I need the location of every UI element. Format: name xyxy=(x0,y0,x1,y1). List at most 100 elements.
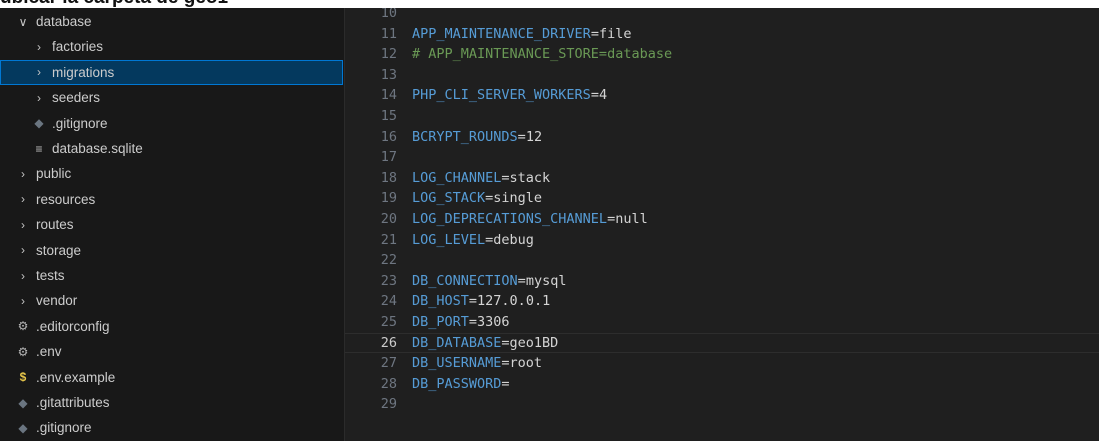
equals-sign: = xyxy=(517,128,526,145)
explorer-item-label: migrations xyxy=(52,64,115,80)
line-number: 26 xyxy=(380,334,397,351)
header-text-strip: ubicar la carpeta de geo1 xyxy=(0,0,1099,8)
explorer-item-label: .gitignore xyxy=(36,420,92,436)
chevron-right-icon: › xyxy=(21,166,25,181)
env-key: DB_DATABASE xyxy=(412,334,502,351)
code-text: LOG_LEVEL=debug xyxy=(412,230,534,251)
code-text: LOG_STACK=single xyxy=(412,188,542,209)
explorer-item[interactable]: › tests xyxy=(0,263,343,288)
equals-sign: = xyxy=(501,169,510,186)
explorer-item-label: .editorconfig xyxy=(36,318,110,334)
code-line[interactable]: 15 xyxy=(345,106,1099,127)
env-key: APP_MAINTENANCE_DRIVER xyxy=(412,25,591,42)
env-value: null xyxy=(615,211,648,227)
code-line[interactable]: 13 xyxy=(345,65,1099,86)
explorer-item[interactable]: › factories xyxy=(0,34,343,59)
explorer-item-label: storage xyxy=(36,242,82,258)
comment-text: # APP_MAINTENANCE_STORE=database xyxy=(412,46,673,63)
equals-sign: = xyxy=(501,334,510,351)
gear-icon: ⚙ xyxy=(17,344,29,359)
env-value: 4 xyxy=(598,87,608,104)
env-key: BCRYPT_ROUNDS xyxy=(412,128,518,145)
line-number: 23 xyxy=(380,272,397,289)
code-line[interactable]: 10 xyxy=(345,8,1099,24)
env-key: DB_USERNAME xyxy=(412,355,502,372)
code-line[interactable]: 25 DB_PORT=3306 xyxy=(345,312,1099,333)
explorer-item[interactable]: › migrations xyxy=(0,59,343,85)
code-line[interactable]: 27 DB_USERNAME=root xyxy=(345,353,1099,374)
line-number: 28 xyxy=(380,375,397,392)
env-key: DB_HOST xyxy=(412,293,469,310)
code-text: LOG_CHANNEL=stack xyxy=(412,168,550,189)
env-value: root xyxy=(509,355,543,372)
explorer-item[interactable]: ◆ .gitattributes xyxy=(0,390,343,415)
gear-icon: ⚙ xyxy=(17,319,29,334)
line-number: 27 xyxy=(380,355,397,372)
line-number: 21 xyxy=(380,231,397,248)
code-line[interactable]: 24 DB_HOST=127.0.0.1 xyxy=(345,291,1099,312)
code-line[interactable]: 28 DB_PASSWORD= xyxy=(345,374,1099,395)
code-line[interactable]: 29 xyxy=(345,394,1099,415)
explorer-item[interactable]: › storage xyxy=(0,238,343,263)
explorer-item[interactable]: ≡ database.sqlite xyxy=(0,136,343,161)
explorer-item[interactable]: ◆ .gitignore xyxy=(0,111,343,136)
env-value: single xyxy=(493,190,543,207)
text-file-icon: ≡ xyxy=(35,141,43,156)
code-line[interactable]: 20 LOG_DEPRECATIONS_CHANNEL=null xyxy=(345,209,1099,230)
code-line[interactable]: 23 DB_CONNECTION=mysql xyxy=(345,271,1099,292)
explorer-item[interactable]: › resources xyxy=(0,187,343,212)
line-number: 25 xyxy=(380,314,397,330)
env-key: DB_PASSWORD xyxy=(412,375,502,392)
equals-sign: = xyxy=(590,87,599,104)
code-line[interactable]: 21 LOG_LEVEL=debug xyxy=(345,230,1099,251)
git-file-icon: ◆ xyxy=(34,116,44,131)
explorer-item[interactable]: ◆ .gitignore xyxy=(0,415,343,440)
env-value: 12 xyxy=(525,128,543,145)
env-key: LOG_DEPRECATIONS_CHANNEL xyxy=(412,211,608,227)
dollar-icon: $ xyxy=(19,370,27,385)
env-key: DB_CONNECTION xyxy=(412,272,518,289)
line-number: 19 xyxy=(380,190,397,207)
chevron-right-icon: › xyxy=(37,65,41,80)
explorer-item-label: factories xyxy=(52,39,104,55)
chevron-right-icon: › xyxy=(21,268,25,283)
chevron-right-icon: › xyxy=(37,39,41,54)
explorer-item[interactable]: › vendor xyxy=(0,288,343,313)
code-editor[interactable]: 10 11 APP_MAINTENANCE_DRIVER=file 12 # APP_M… xyxy=(345,8,1099,441)
code-line[interactable]: 19 LOG_STACK=single xyxy=(345,188,1099,209)
code-line[interactable]: 14 PHP_CLI_SERVER_WORKERS=4 xyxy=(345,85,1099,106)
env-value: geo1BD xyxy=(509,334,559,351)
line-number: 13 xyxy=(380,66,397,83)
line-number: 24 xyxy=(380,293,397,310)
line-number: 29 xyxy=(380,396,397,413)
code-line[interactable]: 16 BCRYPT_ROUNDS=12 xyxy=(345,127,1099,148)
header-text: ubicar la carpeta de geo1 xyxy=(0,0,228,8)
env-value: 127.0.0.1 xyxy=(477,293,551,310)
code-text: LOG_DEPRECATIONS_CHANNEL=null xyxy=(412,209,648,230)
explorer-item[interactable]: › routes xyxy=(0,212,343,237)
code-line[interactable]: 26 DB_DATABASE=geo1BD xyxy=(345,332,1099,354)
code-line[interactable]: 18 LOG_CHANNEL=stack xyxy=(345,168,1099,189)
env-key: LOG_CHANNEL xyxy=(412,169,502,186)
explorer-item-label: resources xyxy=(36,191,96,207)
explorer-item[interactable]: ∨ database xyxy=(0,9,343,34)
code-text: DB_PORT=3306 xyxy=(412,312,510,333)
code-text: DB_USERNAME=root xyxy=(412,353,542,374)
explorer-item-label: database xyxy=(36,14,92,29)
equals-sign: = xyxy=(590,25,599,42)
chevron-right-icon: › xyxy=(21,293,25,308)
line-number: 11 xyxy=(380,25,397,42)
code-line[interactable]: 17 xyxy=(345,147,1099,168)
explorer-item[interactable]: › seeders xyxy=(0,85,343,110)
explorer-item-label: .env xyxy=(36,344,62,360)
explorer-item[interactable]: ⚙ .env xyxy=(0,339,343,364)
env-value: stack xyxy=(509,169,551,186)
code-line[interactable]: 12 # APP_MAINTENANCE_STORE=database xyxy=(345,44,1099,65)
code-text: PHP_CLI_SERVER_WORKERS=4 xyxy=(412,85,607,106)
explorer-item[interactable]: $ .env.example xyxy=(0,365,343,390)
code-line[interactable]: 22 xyxy=(345,250,1099,271)
explorer-item[interactable]: ⚙ .editorconfig xyxy=(0,314,343,339)
code-line[interactable]: 11 APP_MAINTENANCE_DRIVER=file xyxy=(345,24,1099,45)
line-number: 10 xyxy=(380,8,397,21)
explorer-item[interactable]: › public xyxy=(0,161,343,186)
